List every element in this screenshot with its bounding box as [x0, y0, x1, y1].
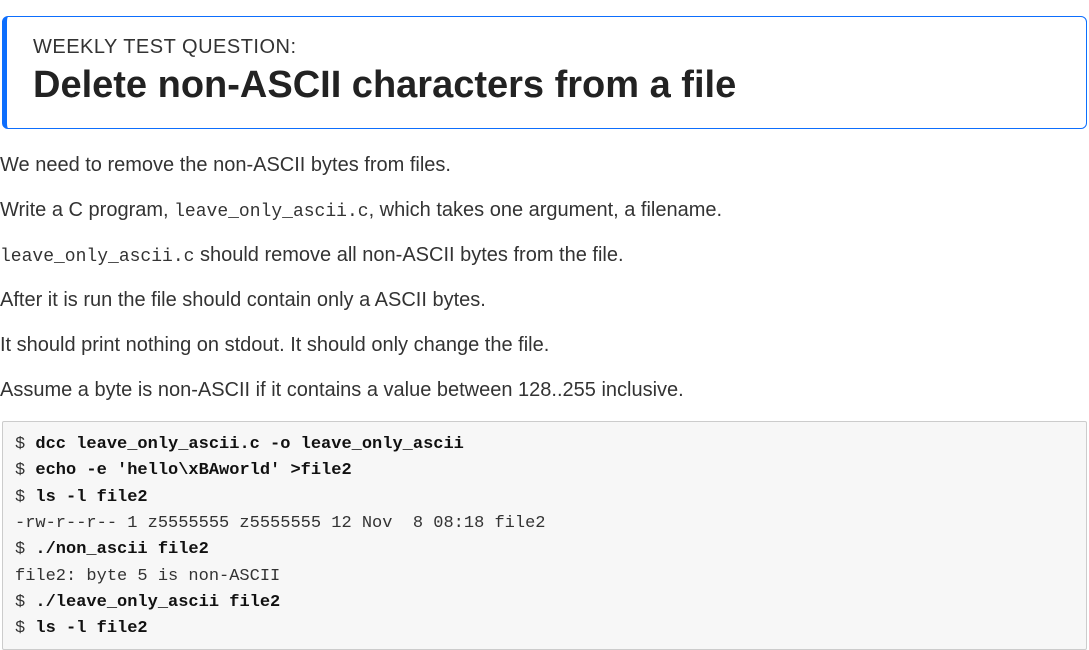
terminal-command-line: $ ./leave_only_ascii file2: [15, 590, 1074, 616]
filename-code: leave_only_ascii.c: [0, 247, 194, 267]
text: , which takes one argument, a filename.: [369, 199, 723, 221]
terminal-command-line: $ dcc leave_only_ascii.c -o leave_only_a…: [15, 432, 1074, 458]
paragraph-should-remove: leave_only_ascii.c should remove all non…: [0, 241, 1089, 270]
terminal-prompt: $: [15, 488, 35, 507]
paragraph-write: Write a C program, leave_only_ascii.c, w…: [0, 196, 1089, 225]
text: Write a C program,: [0, 199, 174, 221]
terminal-output: -rw-r--r-- 1 z5555555 z5555555 12 Nov 8 …: [15, 514, 546, 533]
paragraph-stdout: It should print nothing on stdout. It sh…: [0, 331, 1089, 360]
terminal-prompt: $: [15, 435, 35, 454]
terminal-command-line: $ ls -l file2: [15, 485, 1074, 511]
terminal-prompt: $: [15, 461, 35, 480]
terminal-prompt: $: [15, 593, 35, 612]
terminal-block: $ dcc leave_only_ascii.c -o leave_only_a…: [2, 421, 1087, 650]
paragraph-assume: Assume a byte is non-ASCII if it contain…: [0, 376, 1089, 405]
terminal-command-line: $ ls -l file2: [15, 616, 1074, 642]
terminal-command: dcc leave_only_ascii.c -o leave_only_asc…: [35, 435, 463, 454]
terminal-output-line: file2: byte 5 is non-ASCII: [15, 564, 1074, 590]
filename-code: leave_only_ascii.c: [174, 202, 368, 222]
terminal-command-line: $ echo -e 'hello\xBAworld' >file2: [15, 458, 1074, 484]
paragraph-intro: We need to remove the non-ASCII bytes fr…: [0, 151, 1089, 180]
terminal-command: ls -l file2: [35, 619, 147, 638]
callout-title: Delete non-ASCII characters from a file: [33, 64, 1060, 108]
terminal-command-line: $ ./non_ascii file2: [15, 537, 1074, 563]
document-page: WEEKLY TEST QUESTION: Delete non-ASCII c…: [0, 16, 1089, 650]
terminal-output: file2: byte 5 is non-ASCII: [15, 567, 280, 586]
terminal-prompt: $: [15, 540, 35, 559]
terminal-command: ./non_ascii file2: [35, 540, 208, 559]
text: should remove all non-ASCII bytes from t…: [194, 244, 623, 266]
terminal-command: ./leave_only_ascii file2: [35, 593, 280, 612]
terminal-command: ls -l file2: [35, 488, 147, 507]
terminal-command: echo -e 'hello\xBAworld' >file2: [35, 461, 351, 480]
terminal-prompt: $: [15, 619, 35, 638]
weekly-test-callout: WEEKLY TEST QUESTION: Delete non-ASCII c…: [2, 16, 1087, 129]
callout-overline: WEEKLY TEST QUESTION:: [33, 33, 1060, 62]
paragraph-after-run: After it is run the file should contain …: [0, 286, 1089, 315]
terminal-output-line: -rw-r--r-- 1 z5555555 z5555555 12 Nov 8 …: [15, 511, 1074, 537]
